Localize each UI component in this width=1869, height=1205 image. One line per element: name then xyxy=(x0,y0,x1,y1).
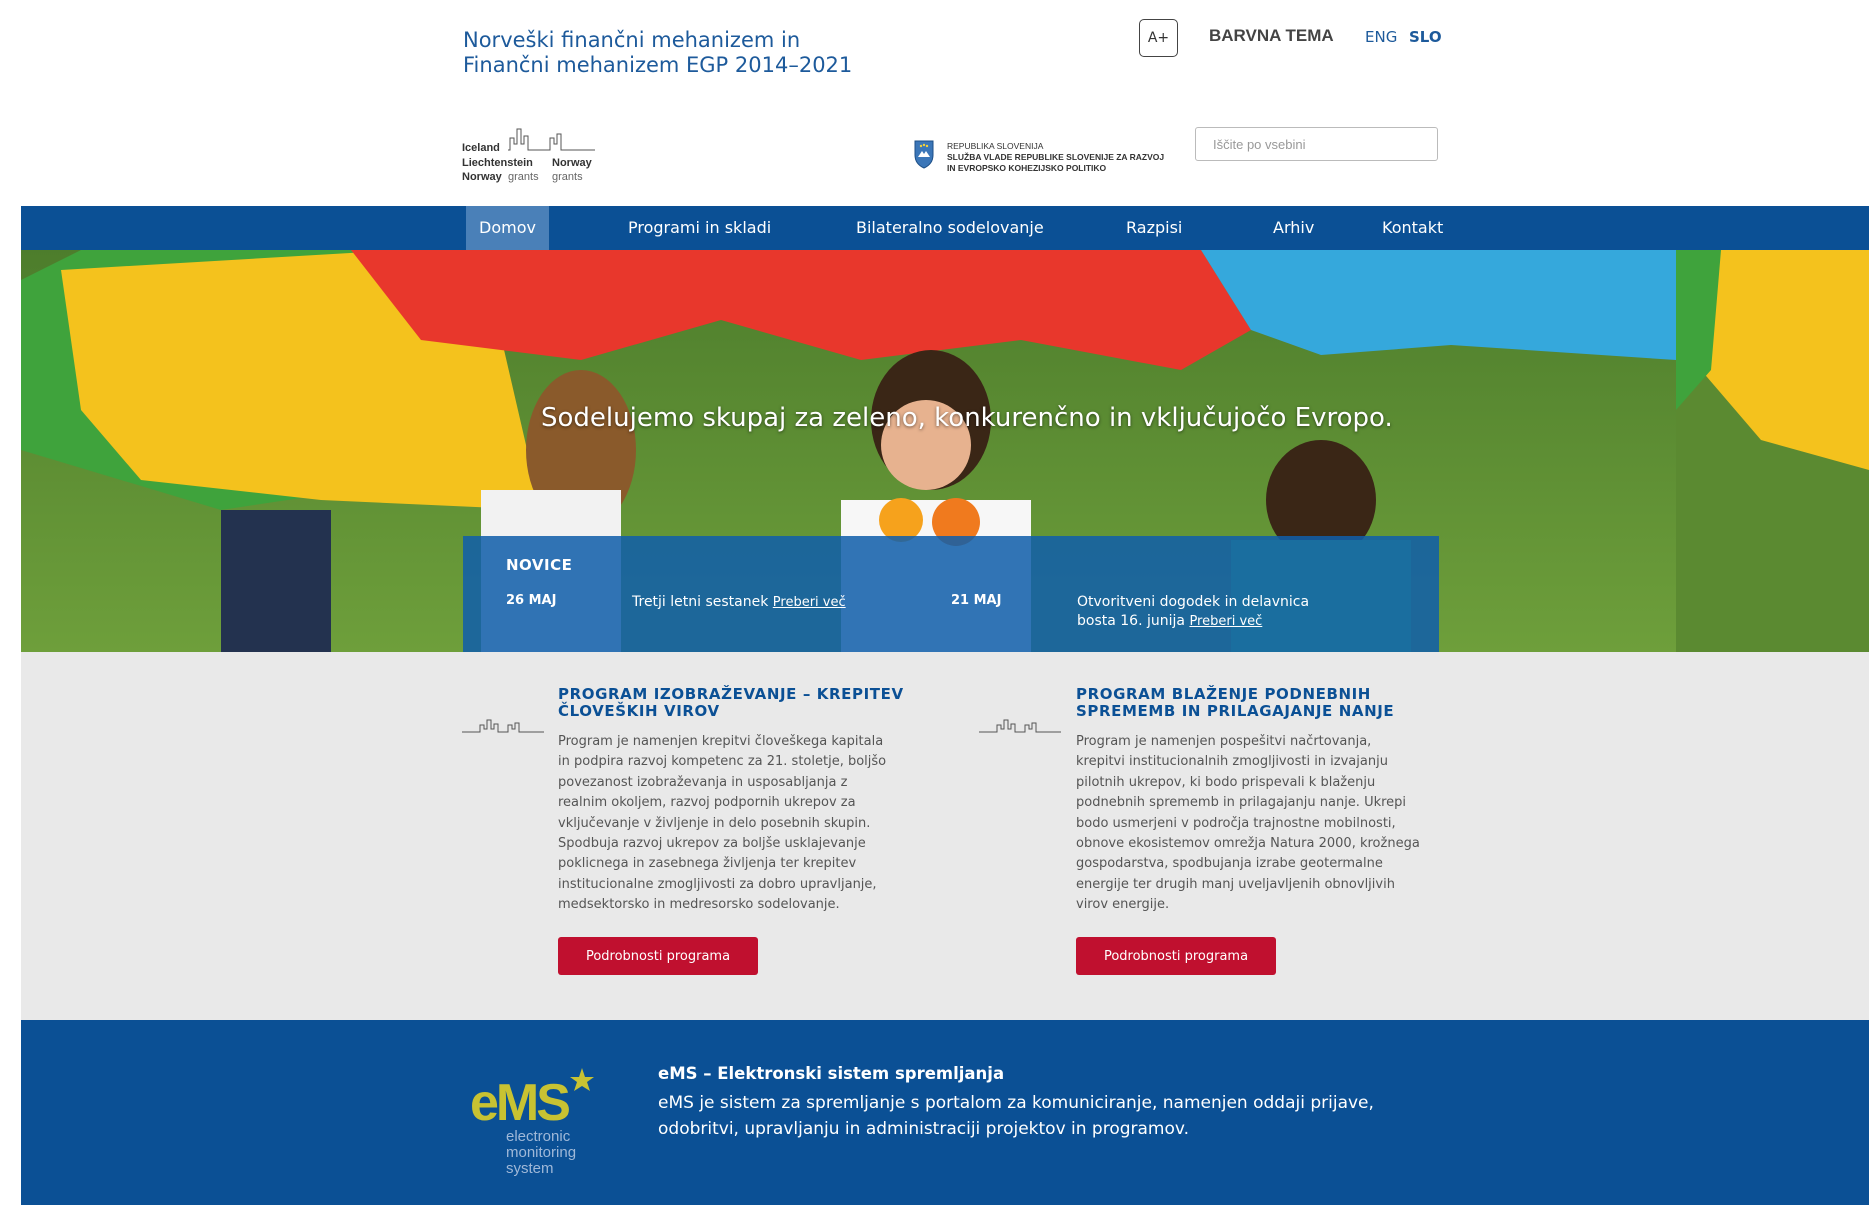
site-title[interactable]: Norveški finančni mehanizem in Finančni … xyxy=(463,28,883,78)
gov-line3: IN EVROPSKO KOHEZIJSKO POLITIKO xyxy=(947,163,1107,173)
news-item-1: Tretji letni sestanek Preberi več xyxy=(632,593,846,612)
hero-slogan: Sodelujemo skupaj za zeleno, konkurenčno… xyxy=(541,403,1393,433)
font-size-button[interactable]: A+ xyxy=(1139,19,1178,57)
grants-label: grants xyxy=(508,171,539,183)
nav-item-arhiv[interactable]: Arhiv xyxy=(1260,206,1327,250)
nav-item-programi[interactable]: Programi in skladi xyxy=(615,206,784,250)
site-title-line1: Norveški finančni mehanizem in xyxy=(463,28,801,52)
news-read-more-1[interactable]: Preberi več xyxy=(773,595,846,610)
program-details-button-1[interactable]: Podrobnosti programa xyxy=(558,937,758,975)
grants-label-right: grants xyxy=(552,171,583,183)
lang-eng-link[interactable]: ENG xyxy=(1365,28,1397,46)
program-body-1: Program je namenjen krepitvi človeškega … xyxy=(558,734,887,913)
grants-logo[interactable]: Iceland Liechtenstein Norway grants Norw… xyxy=(462,126,602,184)
star-icon xyxy=(570,1068,594,1091)
ems-logo-line2: monitoring xyxy=(506,1144,576,1161)
programs-section: PROGRAM IZOBRAŽEVANJE – KREPITEV ČLOVEŠK… xyxy=(21,652,1869,1020)
gov-line1: REPUBLIKA SLOVENIJA xyxy=(947,141,1044,151)
news-date-1: 26 MAJ xyxy=(506,593,557,608)
program-body-2: Program je namenjen pospešitvi načrtovan… xyxy=(1076,734,1420,913)
news-panel: NOVICE 26 MAJ Tretji letni sestanek Preb… xyxy=(463,536,1439,652)
program-title-1[interactable]: PROGRAM IZOBRAŽEVANJE – KREPITEV ČLOVEŠK… xyxy=(558,686,928,720)
grants-norway: Norway xyxy=(462,171,503,183)
government-logo[interactable]: REPUBLIKA SLOVENIJA SLUŽBA VLADE REPUBLI… xyxy=(909,137,1174,177)
color-theme-toggle[interactable]: BARVNA TEMA xyxy=(1209,26,1334,46)
search-input[interactable] xyxy=(1195,127,1438,161)
news-text-1: Tretji letni sestanek xyxy=(632,594,769,610)
ems-title[interactable]: eMS – Elektronski sistem spremljanja xyxy=(658,1064,1004,1083)
program-skyline-icon xyxy=(979,719,1061,733)
program-skyline-icon xyxy=(462,719,544,733)
ems-logo-line1: electronic xyxy=(506,1128,571,1145)
gov-line2: SLUŽBA VLADE REPUBLIKE SLOVENIJE ZA RAZV… xyxy=(947,152,1165,162)
ems-logo-main: eMS xyxy=(470,1074,569,1132)
ems-logo-line3: system xyxy=(506,1160,554,1177)
ems-footer: eMS electronic monitoring system eMS – E… xyxy=(21,1020,1869,1205)
news-date-2: 21 MAJ xyxy=(951,593,1002,608)
ems-logo[interactable]: eMS electronic monitoring system xyxy=(468,1068,608,1178)
news-text-2b: bosta 16. junija xyxy=(1077,613,1185,629)
news-text-2a: Otvoritveni dogodek in delavnica xyxy=(1077,594,1310,610)
lang-slo-link[interactable]: SLO xyxy=(1409,28,1442,46)
program-details-button-2[interactable]: Podrobnosti programa xyxy=(1076,937,1276,975)
main-nav: Domov Programi in skladi Bilateralno sod… xyxy=(21,206,1869,250)
nav-item-bilateralno[interactable]: Bilateralno sodelovanje xyxy=(843,206,1057,250)
site-title-line2: Finančni mehanizem EGP 2014–2021 xyxy=(463,53,853,77)
nav-item-kontakt[interactable]: Kontakt xyxy=(1369,206,1456,250)
program-title-2[interactable]: PROGRAM BLAŽENJE PODNEBNIH SPREMEMB IN P… xyxy=(1076,686,1446,720)
grants-iceland: Iceland xyxy=(462,142,500,154)
ems-description: eMS je sistem za spremljanje s portalom … xyxy=(658,1093,1374,1139)
nav-item-domov[interactable]: Domov xyxy=(466,206,549,250)
news-title: NOVICE xyxy=(506,556,573,574)
grants-norway-right: Norway xyxy=(552,157,593,169)
news-item-2: Otvoritveni dogodek in delavnica bosta 1… xyxy=(1077,593,1309,631)
nav-item-razpisi[interactable]: Razpisi xyxy=(1113,206,1195,250)
grants-liechtenstein: Liechtenstein xyxy=(462,157,533,169)
slovenia-coat-of-arms-icon xyxy=(914,140,934,169)
grants-skyline-icon: Iceland Liechtenstein Norway grants Norw… xyxy=(462,128,595,183)
news-read-more-2[interactable]: Preberi več xyxy=(1189,614,1262,629)
